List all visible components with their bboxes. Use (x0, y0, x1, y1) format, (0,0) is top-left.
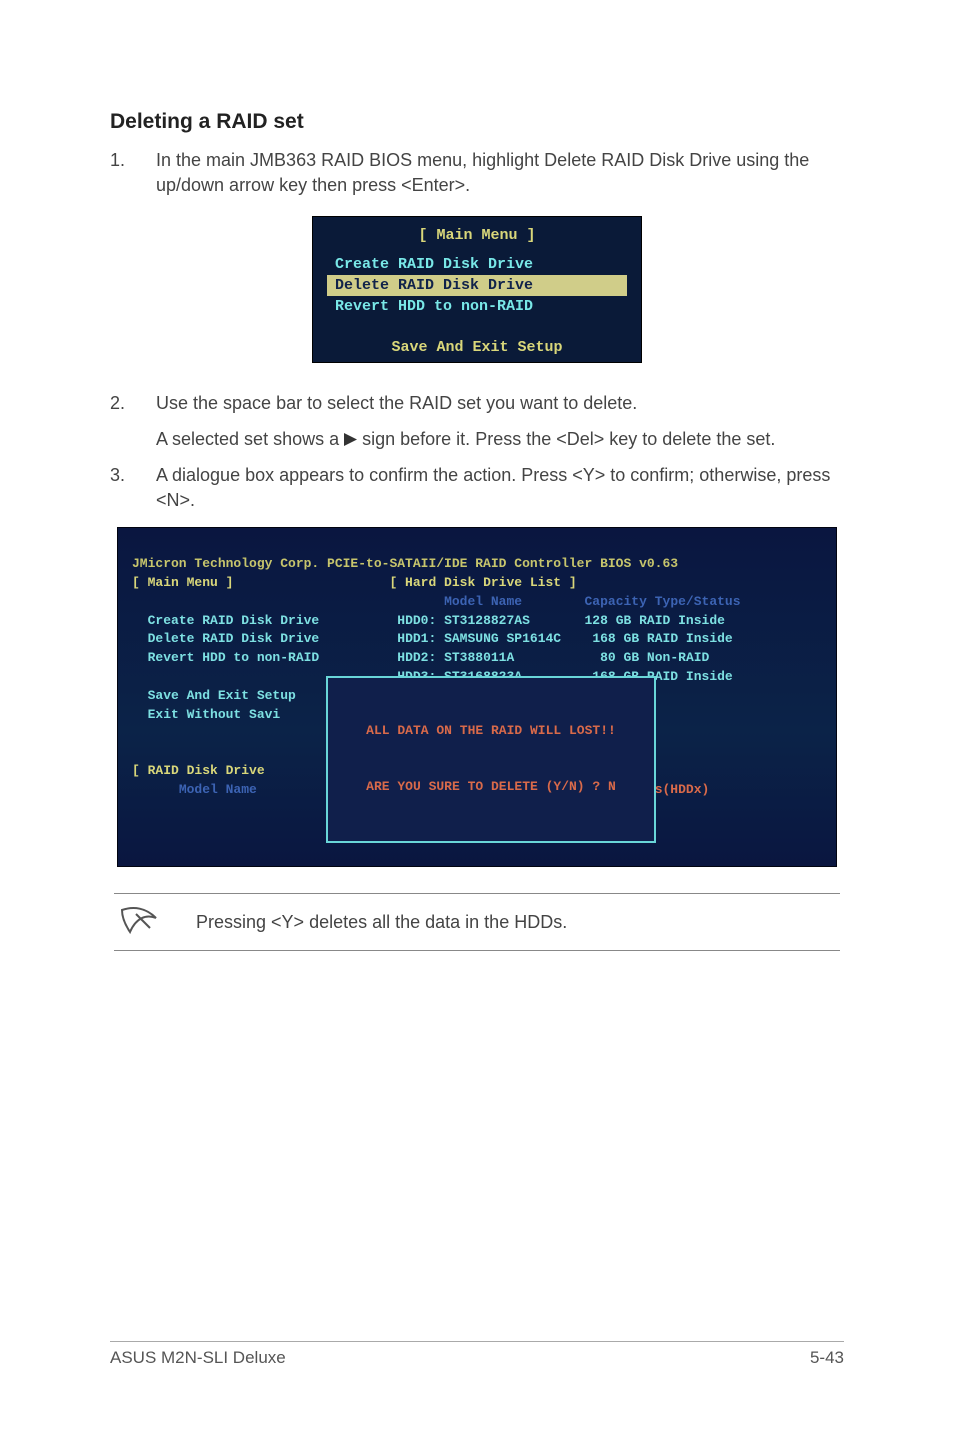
bios2-cap2: 80 GB Non-RAID (600, 650, 709, 665)
triangle-icon (344, 428, 357, 453)
bios2-m2: Delete RAID Disk Drive (148, 631, 320, 646)
step-3-text: A dialogue box appears to confirm the ac… (156, 463, 844, 513)
note-text: Pressing <Y> deletes all the data in the… (196, 912, 840, 933)
bios2-hdd-title: [ Hard Disk Drive List ] (389, 575, 576, 590)
step-2-subtext: A selected set shows a sign before it. P… (156, 427, 844, 453)
footer-page-number: 5-43 (810, 1348, 844, 1368)
bios2-col-model: Model Name (444, 594, 522, 609)
bios2-m4: Save And Exit Setup (148, 688, 296, 703)
bios2-hdd1: HDD1: SAMSUNG SP1614C (397, 631, 561, 646)
bios1-item-revert: Revert HDD to non-RAID (327, 296, 627, 317)
step-3: 3. A dialogue box appears to confirm the… (110, 463, 844, 513)
bios1-save-exit: Save And Exit Setup (327, 339, 627, 356)
section-heading: Deleting a RAID set (110, 110, 844, 134)
footer-product: ASUS M2N-SLI Deluxe (110, 1348, 286, 1368)
bios2-confirm-dialog: ALL DATA ON THE RAID WILL LOST!! ARE YOU… (326, 676, 656, 843)
bios2-hdd2: HDD2: ST388011A (397, 650, 514, 665)
step-2-number: 2. (110, 391, 156, 416)
page-footer: ASUS M2N-SLI Deluxe 5-43 (110, 1341, 844, 1368)
pencil-note-icon (116, 904, 160, 940)
note-rule-top (114, 893, 840, 894)
bios-main-menu-screenshot: [ Main Menu ] Create RAID Disk Drive Del… (312, 216, 642, 363)
step-2: 2. Use the space bar to select the RAID … (110, 391, 844, 416)
bios2-dlg-line2: ARE YOU SURE TO DELETE (Y/N) ? N (332, 778, 650, 797)
bios-delete-dialog-screenshot: JMicron Technology Corp. PCIE-to-SATAII/… (117, 527, 837, 867)
step-1-text: In the main JMB363 RAID BIOS menu, highl… (156, 148, 844, 198)
step-1-number: 1. (110, 148, 156, 198)
step-2-sub-a: A selected set shows a (156, 429, 344, 449)
bios2-header: JMicron Technology Corp. PCIE-to-SATAII/… (132, 556, 678, 571)
bios2-hdd0: HDD0: ST3128827AS (397, 613, 530, 628)
step-2-sub-b: sign before it. Press the <Del> key to d… (362, 429, 775, 449)
step-3-number: 3. (110, 463, 156, 513)
bios2-dlg-line1: ALL DATA ON THE RAID WILL LOST!! (332, 722, 650, 741)
bios2-raid-model: Model Name (179, 782, 257, 797)
bios2-m3: Revert HDD to non-RAID (148, 650, 320, 665)
bios2-m5: Exit Without Savi (148, 707, 281, 722)
bios1-item-delete-highlighted: Delete RAID Disk Drive (327, 275, 627, 296)
bios2-col-cap: Capacity Type/Status (585, 594, 741, 609)
bios2-cap1: 168 GB RAID Inside (592, 631, 732, 646)
note-rule-bottom (114, 950, 840, 951)
bios2-raid-title: [ RAID Disk Drive (132, 763, 265, 778)
bios2-cap0: 128 GB RAID Inside (585, 613, 725, 628)
bios2-m1: Create RAID Disk Drive (148, 613, 320, 628)
step-1: 1. In the main JMB363 RAID BIOS menu, hi… (110, 148, 844, 198)
bios1-item-create: Create RAID Disk Drive (327, 254, 627, 275)
step-2-text: Use the space bar to select the RAID set… (156, 391, 844, 416)
bios1-title: [ Main Menu ] (327, 227, 627, 244)
bios2-main-title: [ Main Menu ] (132, 575, 233, 590)
note-block: Pressing <Y> deletes all the data in the… (110, 893, 844, 951)
